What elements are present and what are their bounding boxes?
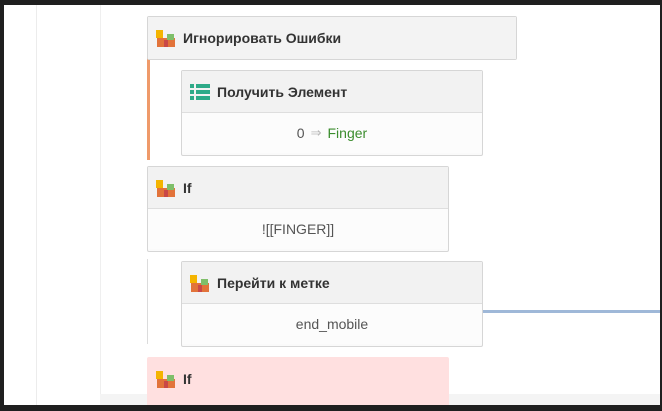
target-variable: Finger [327,125,368,141]
block-header[interactable]: Получить Элемент [182,71,482,113]
block-title: If [183,371,192,387]
block-title: Игнорировать Ошибки [183,30,342,46]
label-name: end_mobile [295,316,369,332]
block-title: Получить Элемент [217,83,348,100]
branch-rail [147,259,148,344]
arrow-icon: ⇒ [310,125,322,140]
block-header[interactable]: Перейти к метке [182,262,482,304]
list-icon [189,83,211,101]
block-body[interactable]: ![[FINGER]] [148,209,448,249]
flow-block-icon [155,28,177,48]
get-element-block[interactable]: Получить Элемент 0 ⇒ Finger [181,70,483,156]
element-index: 0 [296,125,305,141]
branch-bar [147,56,150,160]
flow-block-icon [189,273,211,293]
block-title: If [183,179,192,196]
block-header[interactable]: If [148,358,448,400]
if-block[interactable]: If ![[FINGER]] [147,166,449,252]
flow-block-icon [155,369,177,389]
block-body[interactable]: end_mobile [182,304,482,344]
block-title: Перейти к метке [217,274,330,291]
jump-connector [482,310,660,313]
editor-canvas: Игнорировать Ошибки Получить Элемент 0 ⇒… [4,5,660,405]
block-header[interactable]: If [148,167,448,209]
guide-line [36,5,37,405]
ignore-errors-block[interactable]: Игнорировать Ошибки [147,16,517,60]
condition-text: ![[FINGER]] [261,221,335,237]
goto-label-block[interactable]: Перейти к метке end_mobile [181,261,483,347]
flow-block-icon [155,178,177,198]
if-block-error[interactable]: If [147,357,449,405]
block-body[interactable]: 0 ⇒ Finger [182,113,482,153]
block-header[interactable]: Игнорировать Ошибки [148,17,516,59]
guide-line [100,5,101,405]
